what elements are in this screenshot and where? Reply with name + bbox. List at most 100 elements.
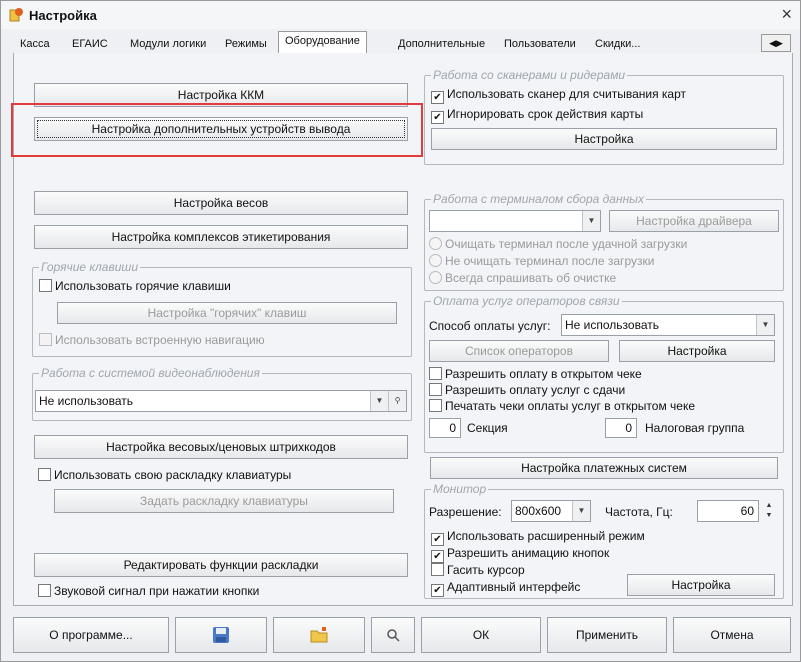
video-surveillance-group: Работа с системой видеонаблюдения Не исп… [32, 366, 412, 421]
ok-button[interactable]: ОК [421, 617, 541, 653]
allow-from-change-label: Разрешить оплату услуг с сдачи [445, 383, 626, 397]
frequency-input[interactable]: 60 [697, 500, 759, 522]
allow-open-check-checkbox[interactable]: Разрешить оплату в открытом чеке [429, 366, 642, 382]
open-folder-button[interactable] [273, 617, 365, 653]
video-legend: Работа с системой видеонаблюдения [39, 366, 262, 380]
ignore-expiry-check-icon[interactable]: ✔ [431, 111, 444, 124]
resolution-select[interactable]: 800х600 ▼ [511, 500, 591, 522]
chevron-down-icon[interactable]: ▼ [756, 315, 774, 335]
set-layout-button[interactable]: Задать раскладку клавиатуры [54, 489, 394, 513]
own-layout-checkbox[interactable]: Использовать свою раскладку клавиатуры [38, 467, 291, 483]
use-scanner-check-icon[interactable]: ✔ [431, 91, 444, 104]
frequency-spinner-icon[interactable]: ▲ ▼ [763, 501, 775, 521]
terminal-legend: Работа с терминалом сбора данных [431, 192, 647, 206]
labeling-setup-button[interactable]: Настройка комплексов этикетирования [34, 225, 408, 249]
app-icon [9, 8, 23, 22]
tab-logic-modules[interactable]: Модули логики [123, 34, 213, 54]
tab-kassa[interactable]: Касса [13, 34, 57, 54]
scales-setup-button[interactable]: Настройка весов [34, 191, 408, 215]
radio-circle[interactable] [429, 237, 442, 250]
chevron-down-icon[interactable]: ▼ [370, 391, 388, 411]
tax-group-input[interactable]: 0 [605, 418, 637, 438]
hide-cursor-checkbox[interactable]: Гасить курсор [431, 562, 525, 578]
section-input[interactable]: 0 [429, 418, 461, 438]
driver-setup-button[interactable]: Настройка драйвера [609, 210, 779, 232]
allow-from-change-box[interactable] [429, 383, 442, 396]
search-icon[interactable]: ⚲ [388, 391, 406, 411]
section-label: Секция [467, 421, 508, 435]
scanners-setup-button[interactable]: Настройка [431, 128, 777, 150]
terminal-select[interactable]: ▼ [429, 210, 601, 232]
radio-circle[interactable] [429, 254, 442, 267]
monitor-legend: Монитор [431, 482, 489, 496]
payment-systems-setup-button[interactable]: Настройка платежных систем [430, 457, 778, 479]
adaptive-ui-check-icon[interactable]: ✔ [431, 584, 444, 597]
tax-group-label: Налоговая группа [645, 421, 745, 435]
hotkeys-setup-button[interactable]: Настройка "горячих" клавиш [57, 302, 397, 324]
tab-strip: Касса ЕГАИС Модули логики Режимы Оборудо… [13, 31, 791, 54]
tab-egais[interactable]: ЕГАИС [65, 34, 115, 54]
builtin-nav-checkbox[interactable]: Использовать встроенную навигацию [39, 332, 265, 348]
use-hotkeys-label: Использовать горячие клавиши [55, 279, 231, 293]
folder-icon [310, 627, 328, 643]
use-hotkeys-box[interactable] [39, 279, 52, 292]
edit-layout-functions-button[interactable]: Редактировать функции раскладки [34, 553, 408, 577]
settings-window: Настройка × Касса ЕГАИС Модули логики Ре… [0, 0, 801, 662]
tab-modes[interactable]: Режимы [218, 34, 274, 54]
operators-list-button[interactable]: Список операторов [429, 340, 609, 362]
use-scanner-label: Использовать сканер для считывания карт [447, 87, 687, 101]
payment-method-value: Не использовать [565, 318, 659, 332]
resolution-value: 800х600 [515, 504, 562, 518]
tab-discounts[interactable]: Скидки... [588, 34, 647, 54]
apply-button[interactable]: Применить [547, 617, 667, 653]
adaptive-ui-checkbox[interactable]: ✔ Адаптивный интерфейс [431, 579, 581, 597]
always-ask-label: Всегда спрашивать об очистке [445, 271, 617, 285]
allow-from-change-checkbox[interactable]: Разрешить оплату услуг с сдачи [429, 382, 625, 398]
close-icon[interactable]: × [781, 4, 792, 25]
extended-mode-label: Использовать расширенный режим [447, 529, 645, 543]
chevron-down-icon[interactable]: ▼ [572, 501, 590, 521]
extended-mode-checkbox[interactable]: ✔ Использовать расширенный режим [431, 528, 645, 546]
builtin-nav-label: Использовать встроенную навигацию [55, 333, 265, 347]
about-button[interactable]: О программе... [13, 617, 169, 653]
hotkeys-legend: Горячие клавиши [39, 260, 141, 274]
allow-open-check-box[interactable] [429, 367, 442, 380]
beep-box[interactable] [38, 584, 51, 597]
print-open-check-checkbox[interactable]: Печатать чеки оплаты услуг в открытом че… [429, 398, 695, 414]
builtin-nav-box[interactable] [39, 333, 52, 346]
title-bar: Настройка × [1, 1, 800, 29]
adaptive-ui-label: Адаптивный интерфейс [447, 580, 581, 594]
clear-after-upload-radio[interactable]: Очищать терминал после удачной загрузки [429, 236, 687, 252]
button-animation-checkbox[interactable]: ✔ Разрешить анимацию кнопок [431, 545, 609, 563]
payment-method-select[interactable]: Не использовать ▼ [561, 314, 775, 336]
hide-cursor-box[interactable] [431, 563, 444, 576]
hide-cursor-label: Гасить курсор [447, 563, 525, 577]
cancel-button[interactable]: Отмена [673, 617, 791, 653]
video-system-select[interactable]: Не использовать ▼ ⚲ [35, 390, 407, 412]
own-layout-box[interactable] [38, 468, 51, 481]
barcodes-setup-button[interactable]: Настройка весовых/ценовых штрихкодов [34, 435, 408, 459]
no-clear-radio[interactable]: Не очищать терминал после загрузки [429, 253, 654, 269]
use-scanner-checkbox[interactable]: ✔ Использовать сканер для считывания карт [431, 86, 687, 104]
always-ask-radio[interactable]: Всегда спрашивать об очистке [429, 270, 616, 286]
radio-circle[interactable] [429, 271, 442, 284]
tab-additional[interactable]: Дополнительные [391, 34, 492, 54]
beep-checkbox[interactable]: Звуковой сигнал при нажатии кнопки [38, 583, 259, 599]
scanners-legend: Работа со сканерами и ридерами [431, 68, 628, 82]
payment-method-label: Способ оплаты услуг: [429, 319, 551, 333]
save-icon-button[interactable] [175, 617, 267, 653]
clear-after-upload-label: Очищать терминал после удачной загрузки [445, 237, 688, 251]
search-button[interactable] [371, 617, 415, 653]
tab-equipment[interactable]: Оборудование [278, 31, 367, 54]
monitor-setup-button[interactable]: Настройка [627, 574, 775, 596]
print-open-check-box[interactable] [429, 399, 442, 412]
allow-open-check-label: Разрешить оплату в открытом чеке [445, 367, 642, 381]
chevron-down-icon[interactable]: ▼ [582, 211, 600, 231]
tab-users[interactable]: Пользователи [497, 34, 583, 54]
tab-scroll-arrows[interactable]: ◀▶ [761, 34, 791, 52]
ignore-expiry-checkbox[interactable]: ✔ Игнорировать срок действия карты [431, 106, 643, 124]
window-title: Настройка [29, 8, 97, 23]
search-icon [387, 629, 400, 642]
payments-setup-button[interactable]: Настройка [619, 340, 775, 362]
use-hotkeys-checkbox[interactable]: Использовать горячие клавиши [39, 278, 231, 294]
